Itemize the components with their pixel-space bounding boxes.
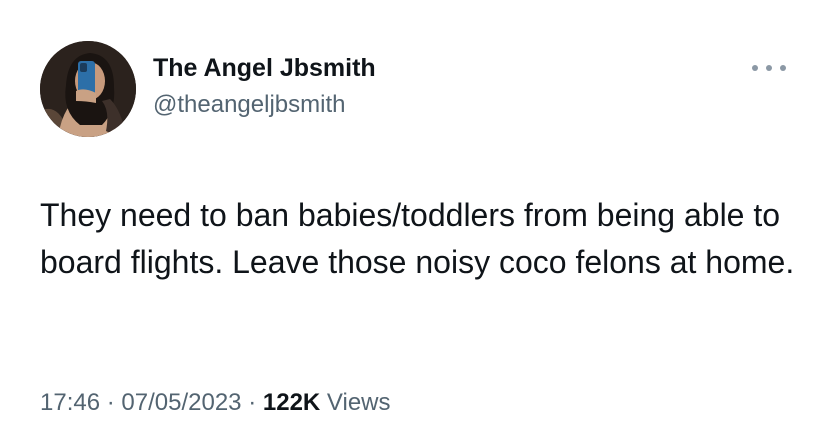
tweet-meta: 17:46 · 07/05/2023 · 122K Views xyxy=(40,387,391,419)
tweet-text: They need to ban babies/toddlers from be… xyxy=(40,197,795,280)
meta-separator: · xyxy=(248,389,257,416)
author-display-name[interactable]: The Angel Jbsmith xyxy=(153,53,376,83)
profile-photo xyxy=(40,41,136,137)
more-dot xyxy=(752,65,758,71)
more-dot xyxy=(766,65,772,71)
views-count[interactable]: 122K xyxy=(263,389,320,416)
views-label[interactable]: Views xyxy=(327,389,391,416)
avatar[interactable] xyxy=(40,41,136,137)
more-dot xyxy=(780,65,786,71)
author-handle[interactable]: @theangeljbsmith xyxy=(153,90,345,120)
tweet-time[interactable]: 17:46 xyxy=(40,389,100,416)
meta-separator: · xyxy=(106,389,115,416)
tweet-card: The Angel Jbsmith @theangeljbsmith They … xyxy=(0,0,829,439)
more-options-icon[interactable] xyxy=(752,56,786,80)
tweet-date[interactable]: 07/05/2023 xyxy=(121,389,241,416)
